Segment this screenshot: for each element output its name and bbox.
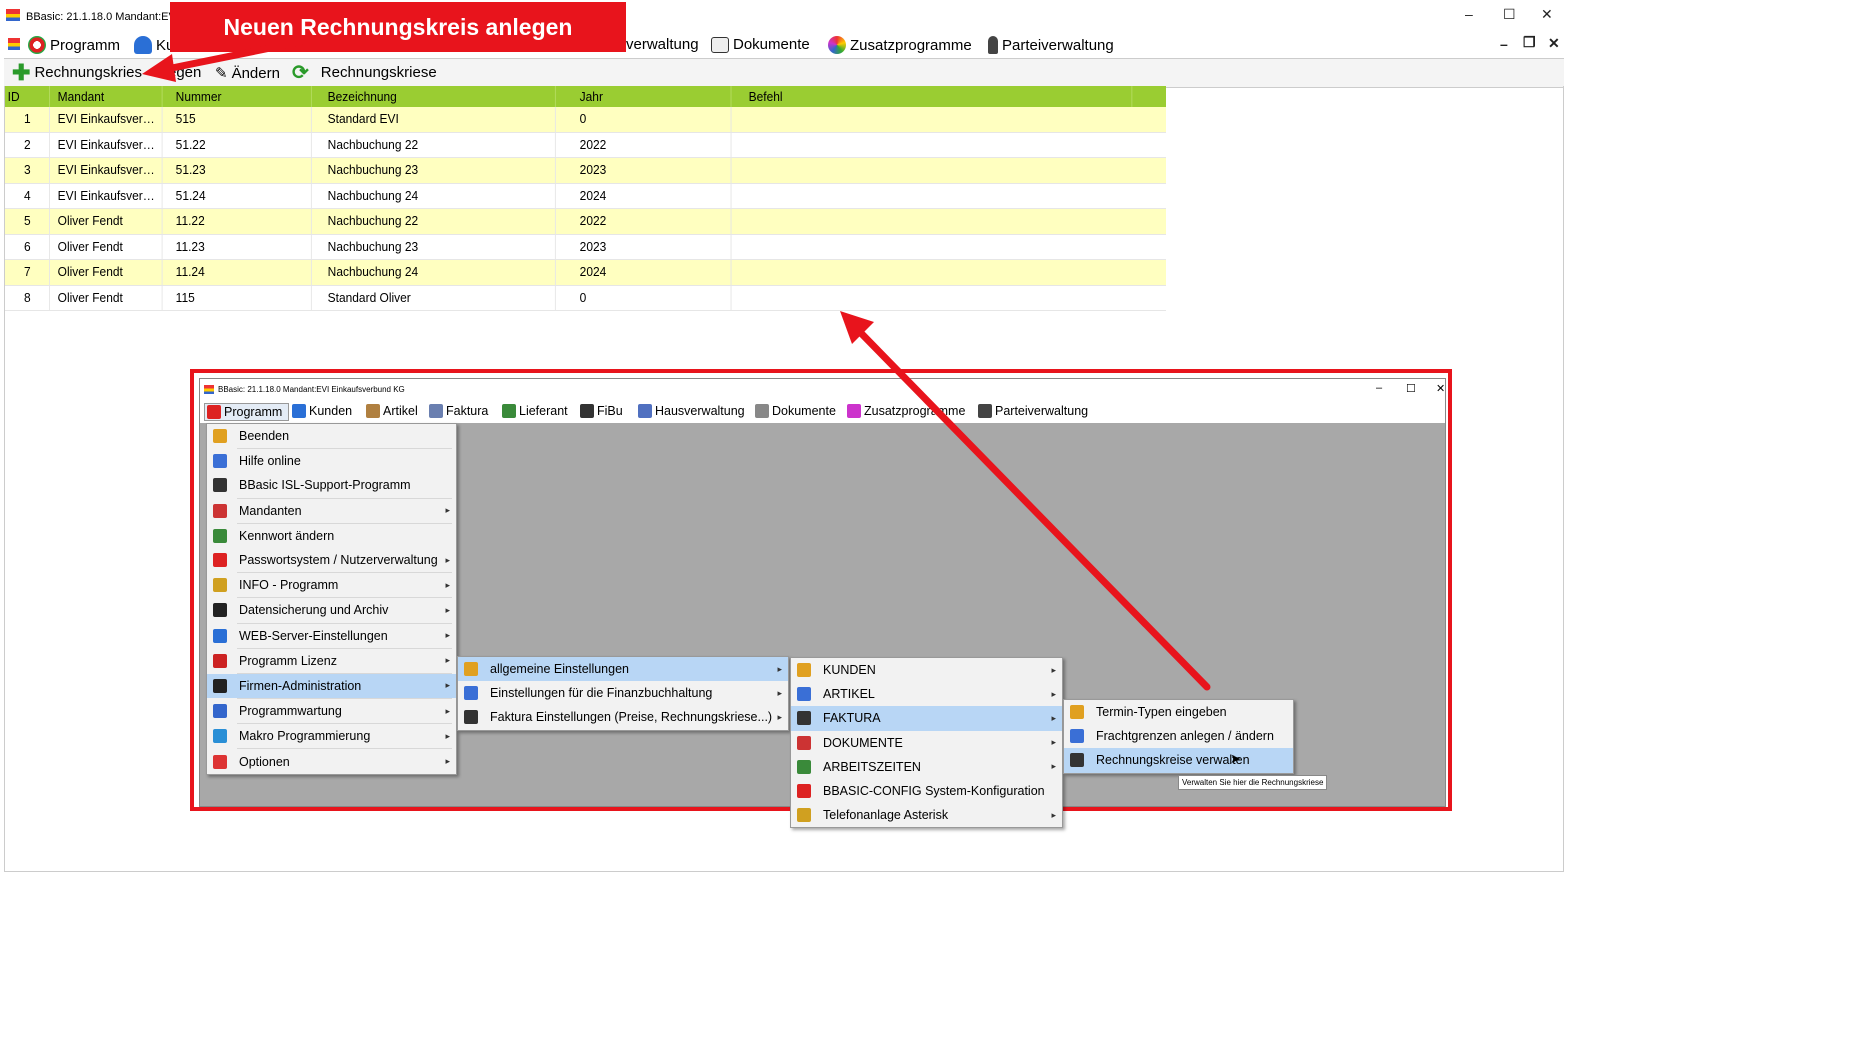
arrow-to-grid xyxy=(840,311,1211,691)
arrow-to-new-button xyxy=(142,38,304,82)
annotation-arrows xyxy=(142,38,1211,691)
